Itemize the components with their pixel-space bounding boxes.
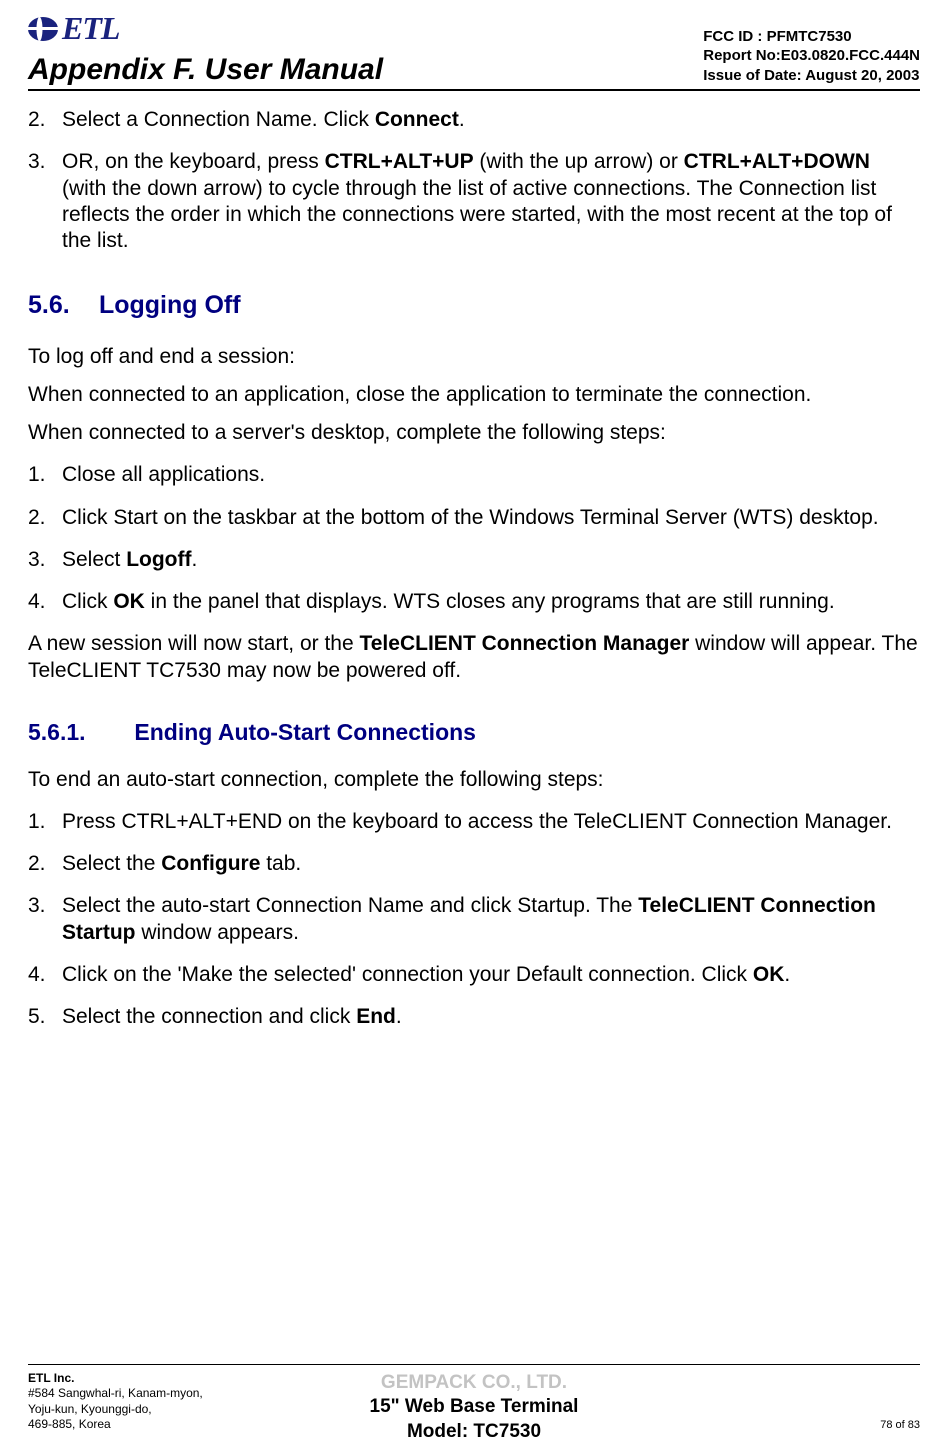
footer-gempack: GEMPACK CO., LTD. — [370, 1371, 579, 1396]
bold-text: Configure — [161, 852, 260, 875]
footer-terminal: 15" Web Base Terminal — [370, 1395, 579, 1420]
bold-text: Connect — [375, 108, 459, 131]
list-item: 4. Click on the 'Make the selected' conn… — [28, 962, 920, 988]
list-number: 1. — [28, 462, 62, 488]
list-number: 3. — [28, 893, 62, 946]
list-number: 2. — [28, 851, 62, 877]
etl-logo: ETL — [28, 10, 383, 47]
list-number: 2. — [28, 505, 62, 531]
paragraph: When connected to a server's desktop, co… — [28, 420, 920, 446]
document-body: 2. Select a Connection Name. Click Conne… — [28, 107, 920, 1030]
list-content: Click OK in the panel that displays. WTS… — [62, 589, 920, 615]
list-item: 2. Select a Connection Name. Click Conne… — [28, 107, 920, 133]
bold-text: Logoff — [126, 548, 191, 571]
text: (with the up arrow) or — [474, 150, 684, 173]
list-item: 2. Click Start on the taskbar at the bot… — [28, 505, 920, 531]
paragraph: A new session will now start, or the Tel… — [28, 631, 920, 684]
text: . — [396, 1005, 402, 1028]
list-item: 3. Select the auto-start Connection Name… — [28, 893, 920, 946]
footer-addr3: 469-885, Korea — [28, 1417, 111, 1431]
header-right: FCC ID : PFMTC7530 Report No:E03.0820.FC… — [703, 27, 920, 88]
page-footer: ETL Inc. #584 Sangwhal-ri, Kanam-myon, Y… — [28, 1364, 920, 1433]
text: OR, on the keyboard, press — [62, 150, 325, 173]
text: . — [784, 963, 790, 986]
text: Select the auto-start Connection Name an… — [62, 894, 638, 917]
paragraph: To log off and end a session: — [28, 344, 920, 370]
footer-left: ETL Inc. #584 Sangwhal-ri, Kanam-myon, Y… — [28, 1371, 203, 1433]
list-content: Select the auto-start Connection Name an… — [62, 893, 920, 946]
list-content: OR, on the keyboard, press CTRL+ALT+UP (… — [62, 149, 920, 254]
footer-company: ETL Inc. — [28, 1371, 74, 1385]
bold-text: TeleCLIENT Connection Manager — [359, 632, 689, 655]
list-item: 1. Press CTRL+ALT+END on the keyboard to… — [28, 809, 920, 835]
list-number: 2. — [28, 107, 62, 133]
report-no: Report No:E03.0820.FCC.444N — [703, 46, 920, 66]
list-number: 3. — [28, 547, 62, 573]
paragraph: When connected to an application, close … — [28, 382, 920, 408]
list-item: 2. Select the Configure tab. — [28, 851, 920, 877]
bold-text: OK — [753, 963, 785, 986]
text: (with the down arrow) to cycle through t… — [62, 177, 892, 253]
section-title: Ending Auto-Start Connections — [134, 719, 476, 745]
list-number: 4. — [28, 962, 62, 988]
page-header: ETL Appendix F. User Manual FCC ID : PFM… — [28, 10, 920, 91]
text: Select — [62, 548, 126, 571]
issue-date: Issue of Date: August 20, 2003 — [703, 66, 920, 86]
bold-text: OK — [113, 590, 145, 613]
list-content: Select a Connection Name. Click Connect. — [62, 107, 920, 133]
header-left: ETL Appendix F. User Manual — [28, 10, 383, 87]
section-title: Logging Off — [99, 291, 241, 319]
list-number: 4. — [28, 589, 62, 615]
text: Click on the 'Make the selected' connect… — [62, 963, 753, 986]
paragraph: To end an auto-start connection, complet… — [28, 767, 920, 793]
bold-text: End — [356, 1005, 396, 1028]
text: Select the connection and click — [62, 1005, 356, 1028]
list-content: Click Start on the taskbar at the bottom… — [62, 505, 920, 531]
footer-page-number: 78 of 83 — [880, 1419, 920, 1433]
list-content: Click on the 'Make the selected' connect… — [62, 962, 920, 988]
text: Select the — [62, 852, 161, 875]
list-number: 3. — [28, 149, 62, 254]
footer-center: GEMPACK CO., LTD. 15" Web Base Terminal … — [370, 1371, 579, 1445]
list-content: Select Logoff. — [62, 547, 920, 573]
text: Click — [62, 590, 113, 613]
section-heading-5-6: 5.6. Logging Off — [28, 290, 920, 321]
list-content: Select the connection and click End. — [62, 1004, 920, 1030]
list-item: 3. Select Logoff. — [28, 547, 920, 573]
list-item: 3. OR, on the keyboard, press CTRL+ALT+U… — [28, 149, 920, 254]
text: in the panel that displays. WTS closes a… — [145, 590, 835, 613]
list-content: Press CTRL+ALT+END on the keyboard to ac… — [62, 809, 920, 835]
globe-icon — [28, 17, 58, 41]
list-content: Close all applications. — [62, 462, 920, 488]
list-content: Select the Configure tab. — [62, 851, 920, 877]
footer-addr1: #584 Sangwhal-ri, Kanam-myon, — [28, 1386, 203, 1400]
list-number: 5. — [28, 1004, 62, 1030]
text: . — [192, 548, 198, 571]
section-number: 5.6.1. — [28, 718, 128, 747]
footer-model: Model: TC7530 — [370, 1420, 579, 1445]
footer-addr2: Yoju-kun, Kyounggi-do, — [28, 1402, 152, 1416]
text: window appears. — [136, 921, 299, 944]
list-item: 1. Close all applications. — [28, 462, 920, 488]
appendix-title: Appendix F. User Manual — [28, 53, 383, 87]
list-item: 5. Select the connection and click End. — [28, 1004, 920, 1030]
text: Select a Connection Name. Click — [62, 108, 375, 131]
list-number: 1. — [28, 809, 62, 835]
list-item: 4. Click OK in the panel that displays. … — [28, 589, 920, 615]
logo-text: ETL — [62, 10, 119, 47]
bold-text: CTRL+ALT+DOWN — [684, 150, 870, 173]
section-number: 5.6. — [28, 290, 92, 321]
text: A new session will now start, or the — [28, 632, 359, 655]
fcc-id: FCC ID : PFMTC7530 — [703, 27, 920, 47]
text: . — [459, 108, 465, 131]
section-heading-5-6-1: 5.6.1. Ending Auto-Start Connections — [28, 718, 920, 747]
text: tab. — [260, 852, 301, 875]
bold-text: CTRL+ALT+UP — [325, 150, 474, 173]
